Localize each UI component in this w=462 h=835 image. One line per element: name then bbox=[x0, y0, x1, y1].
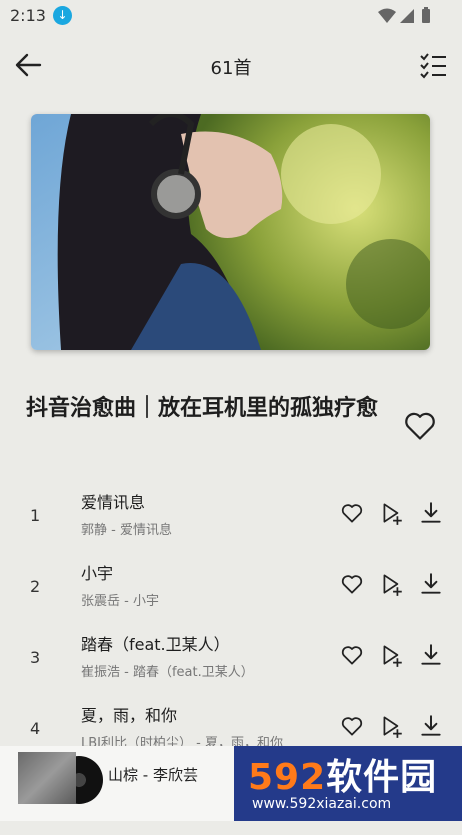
song-row[interactable]: 2 小宇张震岳 - 小宇 bbox=[0, 552, 462, 622]
heart-icon[interactable] bbox=[339, 571, 365, 597]
song-row[interactable]: 1 爱情讯息郭静 - 爱情讯息 bbox=[0, 481, 462, 551]
song-index: 3 bbox=[30, 648, 41, 667]
page-title: 61首 bbox=[210, 58, 252, 79]
song-name: 夏，雨，和你 bbox=[81, 706, 178, 725]
watermark-url: www.592xiazai.com bbox=[252, 796, 392, 812]
status-icons bbox=[376, 6, 436, 30]
playlist-cover-image bbox=[31, 114, 430, 350]
wifi-icon bbox=[378, 8, 396, 23]
heart-icon[interactable] bbox=[339, 642, 365, 668]
signal-icon bbox=[400, 9, 414, 23]
mini-player-title: 山棕 - 李欣芸 bbox=[108, 766, 198, 784]
song-name: 爱情讯息 bbox=[81, 493, 146, 512]
song-artist-album: 郭静 - 爱情讯息 bbox=[81, 523, 172, 538]
song-artist-album: 张震岳 - 小宇 bbox=[81, 594, 159, 609]
song-name: 小宇 bbox=[81, 564, 114, 583]
song-row[interactable]: 3 踏春（feat.卫某人） 崔振浩 - 踏春（feat.卫某人） bbox=[0, 623, 462, 693]
battery-icon bbox=[422, 7, 430, 23]
favorite-playlist-heart-icon[interactable] bbox=[402, 407, 438, 443]
multi-select-icon[interactable] bbox=[418, 50, 448, 80]
song-index: 2 bbox=[30, 577, 41, 596]
mini-player[interactable]: 山棕 - 李欣芸 592软件园 www.592xiazai.com bbox=[0, 746, 462, 821]
playlist-title: 抖音治愈曲｜放在耳机里的孤独疗愈 bbox=[26, 396, 379, 421]
add-to-playlist-icon[interactable] bbox=[379, 642, 405, 668]
heart-icon[interactable] bbox=[339, 500, 365, 526]
song-index: 1 bbox=[30, 506, 41, 525]
song-artist-album: 崔振浩 - 踏春（feat.卫某人） bbox=[81, 665, 254, 680]
status-time: 2:13 bbox=[10, 6, 46, 25]
add-to-playlist-icon[interactable] bbox=[379, 571, 405, 597]
status-bar: 2:13 ↓ bbox=[0, 0, 462, 30]
download-icon[interactable] bbox=[418, 500, 444, 526]
mini-player-cover bbox=[18, 752, 76, 804]
download-badge-icon: ↓ bbox=[53, 6, 72, 25]
song-name: 踏春（feat.卫某人） bbox=[81, 635, 230, 654]
watermark-cn: 软件园 bbox=[326, 757, 438, 798]
add-to-playlist-icon[interactable] bbox=[379, 713, 405, 739]
watermark-digits: 592 bbox=[248, 757, 327, 798]
heart-icon[interactable] bbox=[339, 713, 365, 739]
top-app-bar: 61首 bbox=[0, 40, 462, 94]
download-icon[interactable] bbox=[418, 571, 444, 597]
download-icon[interactable] bbox=[418, 642, 444, 668]
song-index: 4 bbox=[30, 719, 41, 738]
download-icon[interactable] bbox=[418, 713, 444, 739]
add-to-playlist-icon[interactable] bbox=[379, 500, 405, 526]
watermark-brand: 592软件园 bbox=[248, 748, 437, 800]
watermark-logo: 592软件园 www.592xiazai.com bbox=[234, 746, 462, 821]
